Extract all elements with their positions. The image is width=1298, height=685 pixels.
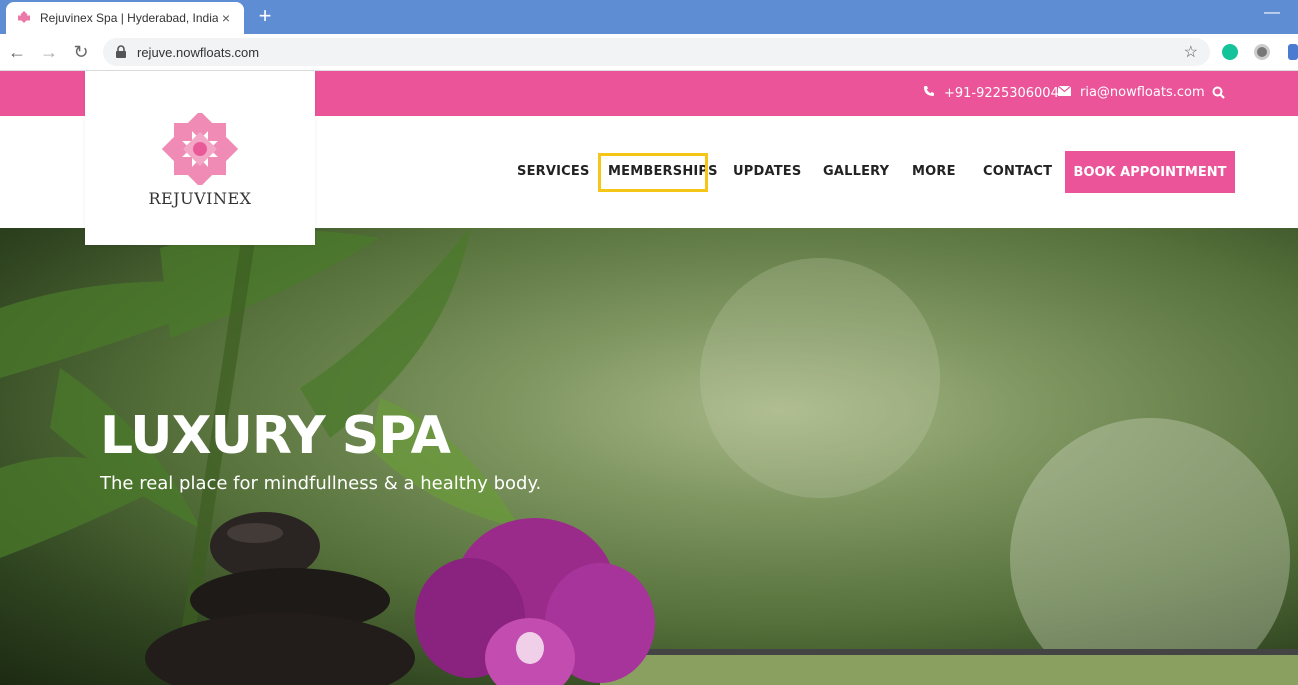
email-address: ria@nowfloats.com	[1080, 85, 1205, 100]
hero-banner: LUXURY SPA The real place for mindfullne…	[0, 228, 1298, 685]
phone-icon	[923, 85, 935, 101]
forward-button[interactable]: →	[38, 41, 60, 63]
nav-gallery[interactable]: GALLERY	[823, 164, 889, 179]
back-button[interactable]: ←	[6, 41, 28, 63]
window-minimize-button[interactable]: —	[1264, 4, 1280, 22]
search-icon[interactable]	[1212, 86, 1225, 104]
browser-tab[interactable]: Rejuvinex Spa | Hyderabad, India ×	[6, 2, 244, 34]
profile-extension-icon[interactable]	[1288, 44, 1298, 60]
site-logo[interactable]: REJUVINEX	[85, 71, 315, 245]
address-bar[interactable]: rejuve.nowfloats.com ☆	[103, 38, 1210, 66]
grammarly-extension-icon[interactable]	[1222, 44, 1238, 60]
memberships-highlight-box	[598, 153, 708, 192]
phone-contact[interactable]: +91-9225306004	[923, 85, 1059, 101]
book-appointment-button[interactable]: BOOK APPOINTMENT	[1065, 151, 1235, 193]
nav-services[interactable]: SERVICES	[517, 164, 590, 179]
phone-number: +91-9225306004	[944, 85, 1059, 101]
tab-title: Rejuvinex Spa | Hyderabad, India	[40, 11, 218, 25]
logo-wordmark: REJUVINEX	[148, 189, 252, 208]
lotus-favicon-icon	[16, 10, 32, 26]
nav-more[interactable]: MORE	[912, 164, 956, 179]
nav-updates[interactable]: UPDATES	[733, 164, 801, 179]
lotus-logo-icon	[162, 113, 238, 185]
hero-title: LUXURY SPA	[100, 406, 451, 466]
bookmark-star-icon[interactable]: ☆	[1184, 42, 1198, 62]
reload-button[interactable]: ↻	[70, 41, 92, 63]
email-contact[interactable]: ria@nowfloats.com	[1057, 85, 1205, 100]
browser-toolbar: ← → ↻ rejuve.nowfloats.com ☆	[0, 34, 1298, 71]
tab-close-icon[interactable]: ×	[218, 10, 234, 26]
new-tab-button[interactable]: +	[254, 5, 276, 27]
browser-tabstrip: Rejuvinex Spa | Hyderabad, India × + —	[0, 0, 1298, 34]
lock-icon	[115, 45, 129, 59]
url-text: rejuve.nowfloats.com	[137, 44, 260, 60]
extension-icon[interactable]	[1254, 44, 1270, 60]
envelope-icon	[1057, 85, 1072, 100]
nav-contact[interactable]: CONTACT	[983, 164, 1052, 179]
hero-subtitle: The real place for mindfullness & a heal…	[100, 473, 542, 494]
